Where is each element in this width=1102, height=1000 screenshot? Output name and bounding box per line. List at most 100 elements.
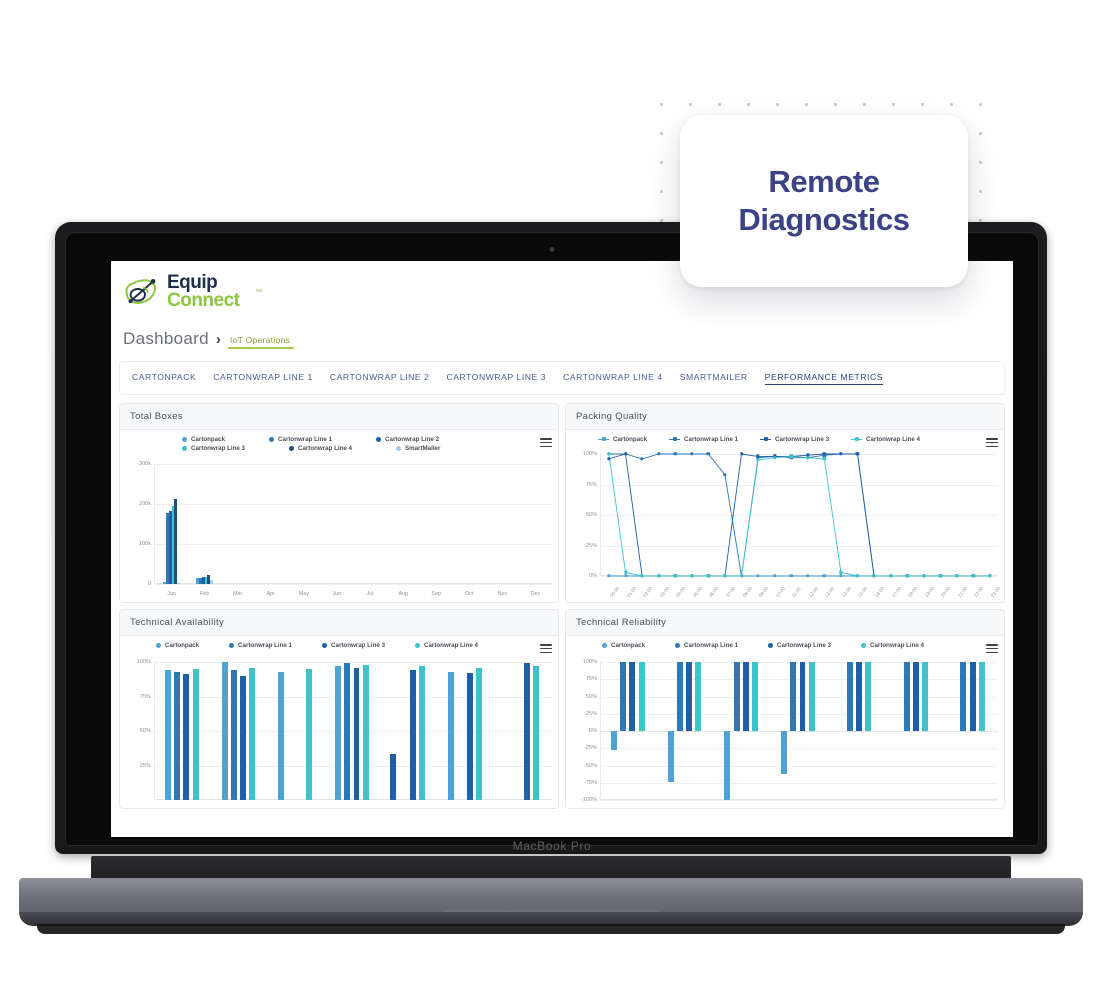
bar[interactable] xyxy=(476,667,483,800)
bar[interactable] xyxy=(733,662,740,731)
legend-item[interactable]: Cartonwrap Line 2 xyxy=(376,436,439,443)
data-point[interactable] xyxy=(822,574,827,578)
tab-cartonwrap-line-4[interactable]: CARTONWRAP LINE 4 xyxy=(563,372,663,384)
legend-item[interactable]: Cartonwrap Line 3 xyxy=(182,445,245,452)
chart-menu-icon[interactable] xyxy=(540,438,552,449)
tab-cartonwrap-line-3[interactable]: CARTONWRAP LINE 3 xyxy=(446,372,546,384)
bar[interactable] xyxy=(610,731,617,751)
data-point[interactable] xyxy=(623,574,628,578)
bar[interactable] xyxy=(221,662,228,800)
bar[interactable] xyxy=(183,674,190,800)
data-point[interactable] xyxy=(938,574,943,578)
tab-cartonpack[interactable]: CARTONPACK xyxy=(132,372,196,384)
tab-performance-metrics[interactable]: PERFORMANCE METRICS xyxy=(764,372,884,385)
bar[interactable] xyxy=(410,670,417,800)
bar[interactable] xyxy=(686,662,693,731)
bar[interactable] xyxy=(620,662,627,731)
bar[interactable] xyxy=(846,662,853,731)
data-point[interactable] xyxy=(855,574,860,578)
data-point[interactable] xyxy=(922,574,926,578)
bar[interactable] xyxy=(667,731,674,783)
bar[interactable] xyxy=(335,666,341,800)
legend-item[interactable]: SmartMailer xyxy=(395,445,440,452)
data-point[interactable] xyxy=(971,574,976,578)
bar[interactable] xyxy=(353,667,360,800)
bar[interactable] xyxy=(210,579,214,584)
bar[interactable] xyxy=(960,662,967,731)
bar[interactable] xyxy=(638,662,645,731)
bar[interactable] xyxy=(174,671,181,800)
data-point[interactable] xyxy=(656,574,661,578)
legend-item[interactable]: Cartonpack xyxy=(182,436,225,443)
bar[interactable] xyxy=(742,662,749,731)
tab-cartonwrap-line-1[interactable]: CARTONWRAP LINE 1 xyxy=(213,372,313,384)
bar[interactable] xyxy=(629,662,636,731)
legend-item[interactable]: Cartonwrap Line 4 xyxy=(288,445,352,452)
data-point[interactable] xyxy=(640,574,644,578)
bar[interactable] xyxy=(466,673,473,800)
data-point[interactable] xyxy=(872,574,876,578)
breadcrumb-current[interactable]: IoT Operations xyxy=(227,335,295,349)
chart-menu-icon[interactable] xyxy=(986,438,998,449)
legend-item[interactable]: Cartonwrap Line 3 xyxy=(760,436,829,443)
bar[interactable] xyxy=(249,667,256,800)
bar[interactable] xyxy=(419,666,426,800)
bar[interactable] xyxy=(695,662,702,731)
bar[interactable] xyxy=(922,662,929,731)
data-point[interactable] xyxy=(607,574,611,578)
bar[interactable] xyxy=(240,675,247,800)
bar[interactable] xyxy=(978,662,985,731)
legend-item[interactable]: Cartonwrap Line 4 xyxy=(861,642,924,649)
bar[interactable] xyxy=(676,662,683,731)
breadcrumb-root[interactable]: Dashboard xyxy=(123,329,209,349)
bar[interactable] xyxy=(390,754,396,800)
bar[interactable] xyxy=(912,662,919,731)
bar[interactable] xyxy=(724,731,731,800)
data-point[interactable] xyxy=(673,574,677,578)
bar[interactable] xyxy=(752,662,758,731)
bar[interactable] xyxy=(306,668,312,800)
bar[interactable] xyxy=(799,662,806,731)
bar[interactable] xyxy=(192,668,199,800)
data-point[interactable] xyxy=(905,574,909,578)
legend-item[interactable]: Cartonwrap Line 3 xyxy=(322,642,385,649)
data-point[interactable] xyxy=(789,574,793,578)
bar[interactable] xyxy=(781,731,787,774)
legend-item[interactable]: Cartonpack xyxy=(602,642,645,649)
legend-item[interactable]: Cartonwrap Line 4 xyxy=(415,642,478,649)
legend-item[interactable]: Cartonwrap Line 3 xyxy=(768,642,831,649)
bar[interactable] xyxy=(969,662,976,731)
legend-item[interactable]: Cartonwrap Line 1 xyxy=(675,642,738,649)
bar[interactable] xyxy=(523,663,530,800)
data-point[interactable] xyxy=(955,574,959,578)
bar[interactable] xyxy=(856,662,863,731)
bar[interactable] xyxy=(278,671,285,800)
data-point[interactable] xyxy=(806,574,810,578)
data-point[interactable] xyxy=(839,574,843,578)
bar[interactable] xyxy=(790,662,797,731)
tab-smartmailer[interactable]: SMARTMAILER xyxy=(680,372,748,384)
data-point[interactable] xyxy=(723,574,727,578)
bar[interactable] xyxy=(174,499,178,584)
legend-item[interactable]: Cartonpack xyxy=(156,642,199,649)
equipconnect-logo[interactable]: Equip Connect ™ xyxy=(123,271,273,315)
legend-item[interactable]: Cartonwrap Line 4 xyxy=(851,436,920,443)
chart-menu-icon[interactable] xyxy=(986,644,998,655)
data-point[interactable] xyxy=(772,574,777,578)
data-point[interactable] xyxy=(888,574,893,578)
bar[interactable] xyxy=(532,666,539,800)
legend-item[interactable]: Cartonpack xyxy=(598,436,647,443)
bar[interactable] xyxy=(903,662,910,731)
tab-cartonwrap-line-2[interactable]: CARTONWRAP LINE 2 xyxy=(330,372,430,384)
data-point[interactable] xyxy=(756,574,760,578)
legend-item[interactable]: Cartonwrap Line 1 xyxy=(229,642,292,649)
bar[interactable] xyxy=(362,664,369,800)
bar[interactable] xyxy=(448,671,455,800)
bar[interactable] xyxy=(230,670,237,800)
bar[interactable] xyxy=(164,670,171,800)
bar[interactable] xyxy=(865,662,872,731)
bar[interactable] xyxy=(344,663,351,800)
bar[interactable] xyxy=(177,582,181,584)
chart-menu-icon[interactable] xyxy=(540,644,552,655)
bar[interactable] xyxy=(808,662,815,731)
